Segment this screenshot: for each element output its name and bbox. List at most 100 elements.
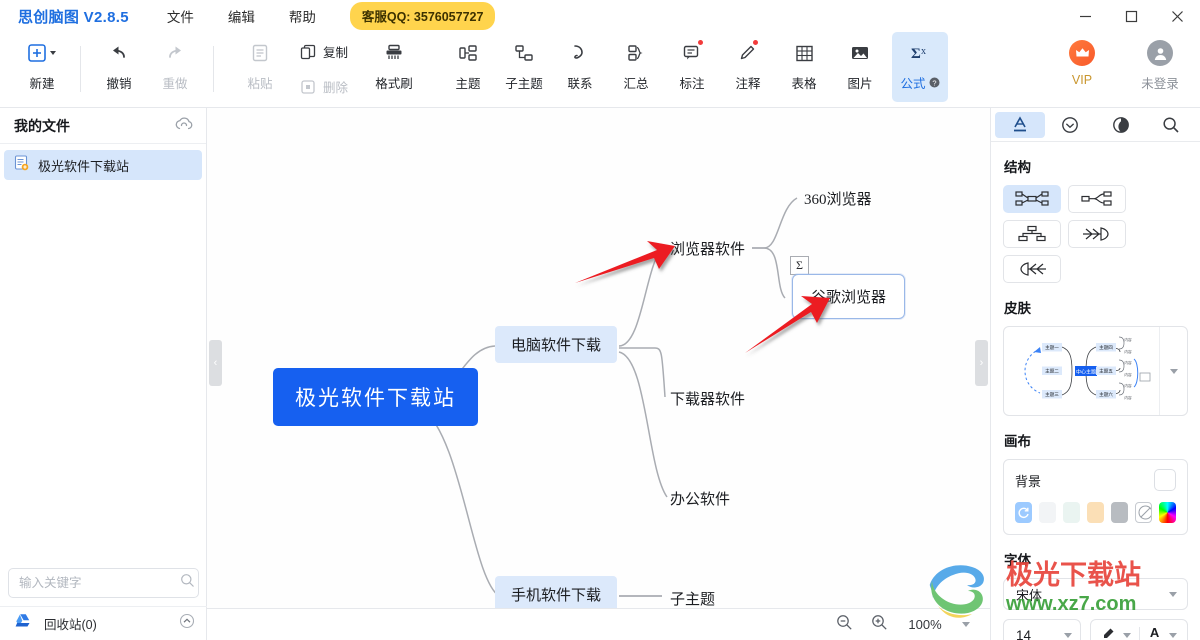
search-box[interactable] xyxy=(8,568,199,598)
mindmap-node-5[interactable]: 360浏览器 xyxy=(804,188,872,209)
mindmap-node-4[interactable]: 办公软件 xyxy=(670,488,730,509)
new-dropdown-caret[interactable] xyxy=(50,51,56,55)
svg-text:主题五: 主题五 xyxy=(1099,368,1113,375)
right-collapse-handle[interactable]: › xyxy=(975,340,988,386)
subtopic-button[interactable]: 子主题 xyxy=(496,32,552,102)
vip-label: VIP xyxy=(1071,73,1093,87)
zoom-out-icon[interactable] xyxy=(836,614,853,636)
background-preview-swatch[interactable] xyxy=(1154,469,1176,491)
toolbar-separator-1 xyxy=(80,46,81,92)
mindmap-node-0[interactable]: 电脑软件下载 xyxy=(495,326,618,363)
search-input[interactable] xyxy=(19,576,180,590)
note-button[interactable]: 注释 xyxy=(720,32,776,102)
right-panel-tabs xyxy=(991,108,1200,142)
swatch-none[interactable] xyxy=(1134,502,1153,523)
paste-button[interactable]: 粘贴 xyxy=(232,32,288,102)
svg-text:x: x xyxy=(921,46,926,57)
menu-file[interactable]: 文件 xyxy=(167,6,194,26)
font-color-controls: A xyxy=(1090,619,1188,640)
font-size-select[interactable]: 14 xyxy=(1003,619,1081,640)
search-icon xyxy=(1163,116,1179,133)
text-color-button[interactable]: A xyxy=(1148,626,1162,640)
undo-button[interactable]: 撤销 xyxy=(91,32,147,102)
vip-button[interactable]: VIP xyxy=(1056,40,1108,92)
zoom-dropdown-icon[interactable] xyxy=(962,622,970,627)
skin-preview[interactable]: 中心主题 主题一 主题二 主题三 主题四 主题五 主题六 内容 内容 内容 内容 内… xyxy=(1004,327,1159,415)
toolbar-separator-2 xyxy=(213,46,214,92)
format-painter-button[interactable]: 格式刷 xyxy=(366,32,422,102)
mindmap-node-3-label: 下载器软件 xyxy=(670,392,746,408)
topic-button[interactable]: 主题 xyxy=(440,32,496,102)
structure-option-fishbone-left[interactable] xyxy=(1003,255,1061,283)
mindmap-root-label: 极光软件下载站 xyxy=(273,368,478,426)
delete-button[interactable]: 删除 xyxy=(294,71,354,102)
summary-button[interactable]: 汇总 xyxy=(608,32,664,102)
left-collapse-handle[interactable]: ‹ xyxy=(209,340,222,386)
highlight-chevron-icon[interactable] xyxy=(1123,632,1132,638)
font-family-chevron-icon xyxy=(1169,591,1177,597)
structure-option-org-chart[interactable] xyxy=(1003,220,1061,248)
help-icon[interactable]: ? xyxy=(929,77,940,88)
mindmap-root-node[interactable]: 极光软件下载站 xyxy=(273,368,478,426)
swatch-color-picker[interactable] xyxy=(1159,502,1176,523)
svg-text:内容: 内容 xyxy=(1124,337,1132,342)
structure-option-mindmap-right[interactable] xyxy=(1068,185,1126,213)
background-card: 背景 xyxy=(1003,459,1188,535)
font-size-value: 14 xyxy=(1016,627,1032,640)
skin-preview-card[interactable]: 中心主题 主题一 主题二 主题三 主题四 主题五 主题六 内容 内容 内容 内容 内… xyxy=(1003,326,1188,416)
skin-preview-thumbnail: 中心主题 主题一 主题二 主题三 主题四 主题五 主题六 内容内容 内容内容 内… xyxy=(1024,336,1151,400)
search-icon[interactable] xyxy=(180,573,195,593)
swatch-2[interactable] xyxy=(1062,502,1080,523)
collapse-icon[interactable] xyxy=(179,613,195,634)
tab-search[interactable] xyxy=(1146,112,1196,138)
highlight-color-button[interactable] xyxy=(1101,627,1116,640)
redo-button[interactable]: 重做 xyxy=(147,32,203,102)
swatch-1[interactable] xyxy=(1038,502,1056,523)
sidebar-item-file-0[interactable]: 极光软件下载站 xyxy=(4,150,202,180)
tab-style[interactable] xyxy=(1096,112,1146,138)
callout-button[interactable]: 标注 xyxy=(664,32,720,102)
tab-text-format[interactable] xyxy=(995,111,1046,138)
image-button[interactable]: 图片 xyxy=(832,32,888,102)
recycle-bin-row[interactable]: 回收站(0) xyxy=(0,606,207,640)
new-button[interactable]: 新建 xyxy=(14,32,70,102)
maximize-icon[interactable] xyxy=(1108,0,1154,32)
zoom-in-icon[interactable] xyxy=(871,614,888,636)
structure-option-fishbone-right[interactable] xyxy=(1068,220,1126,248)
toolbar: 新建 撤销 重做 粘贴 复制 删除 格式刷 主题 子主题 联系 汇总 标注 注释… xyxy=(0,32,1200,108)
account-button[interactable]: 未登录 xyxy=(1134,40,1186,92)
minimize-icon[interactable] xyxy=(1062,0,1108,32)
sidebar-file-name: 极光软件下载站 xyxy=(38,158,130,174)
skin-expand-button[interactable] xyxy=(1159,327,1187,415)
swatch-0-selected[interactable] xyxy=(1015,502,1032,523)
relation-button[interactable]: 联系 xyxy=(552,32,608,102)
structure-option-mindmap-both[interactable] xyxy=(1003,185,1061,213)
background-swatches xyxy=(1015,502,1176,523)
mindmap-node-6-selected[interactable]: 谷歌浏览器 xyxy=(792,274,906,319)
formula-icon: Σx xyxy=(909,40,931,66)
account-area: VIP 未登录 xyxy=(1056,32,1186,92)
mindmap-node-2[interactable]: 浏览器软件 xyxy=(670,238,745,259)
table-button[interactable]: 表格 xyxy=(776,32,832,102)
cloud-icon[interactable] xyxy=(174,116,194,136)
tab-icons[interactable] xyxy=(1045,112,1095,138)
menu-help[interactable]: 帮助 xyxy=(289,6,316,26)
svg-text:中心主题: 中心主题 xyxy=(1076,369,1096,376)
mindmap-node-7[interactable]: 子主题 xyxy=(670,588,715,609)
swatch-3[interactable] xyxy=(1086,502,1104,523)
swatch-4[interactable] xyxy=(1110,502,1128,523)
support-qq-badge[interactable]: 客服QQ: 3576057727 xyxy=(349,2,496,30)
close-icon[interactable] xyxy=(1154,0,1200,32)
formula-button[interactable]: Σx 公式 ? xyxy=(892,32,949,102)
mindmap-node-3[interactable]: 下载器软件 xyxy=(670,388,745,409)
mindmap-canvas[interactable]: 极光软件下载站 电脑软件下载 手机软件下载 浏览器软件 下载器软件 办公软件 3… xyxy=(207,108,990,640)
app-brand: 思创脑图 V2.8.5 xyxy=(18,8,129,26)
font-family-select[interactable]: 宋体 xyxy=(1003,578,1188,610)
summary-icon xyxy=(626,40,646,66)
new-icon xyxy=(28,40,56,66)
new-label: 新建 xyxy=(29,77,55,91)
menu-edit[interactable]: 编辑 xyxy=(228,6,255,26)
formula-badge[interactable]: Σ xyxy=(790,256,809,275)
copy-button[interactable]: 复制 xyxy=(294,36,354,67)
text-color-chevron-icon[interactable] xyxy=(1169,632,1178,638)
